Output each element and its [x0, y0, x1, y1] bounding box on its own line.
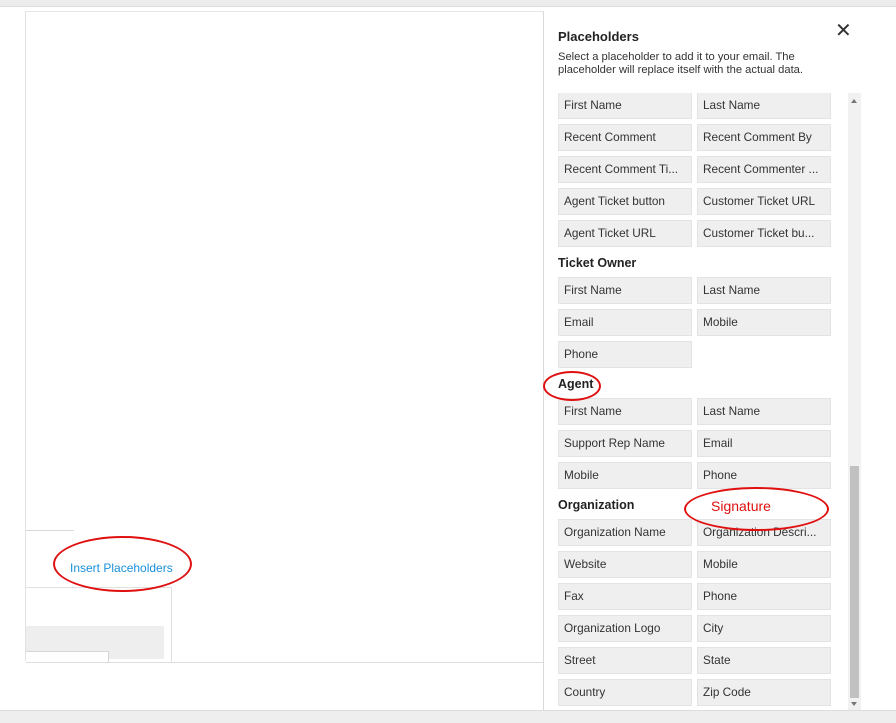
editor-bottom-border	[26, 662, 544, 663]
placeholder-button[interactable]: Mobile	[697, 309, 831, 336]
placeholder-button[interactable]: Phone	[697, 583, 831, 610]
placeholder-button[interactable]: Mobile	[697, 551, 831, 578]
placeholder-button[interactable]: First Name	[558, 277, 692, 304]
section-title: Ticket Owner	[558, 256, 637, 270]
placeholder-button[interactable]: State	[697, 647, 831, 674]
placeholder-button[interactable]: Organization Name	[558, 519, 692, 546]
scrollbar-thumb[interactable]	[850, 466, 859, 698]
placeholder-button[interactable]: Organization Logo	[558, 615, 692, 642]
placeholder-button[interactable]: Mobile	[558, 462, 692, 489]
panel-title: Placeholders	[558, 29, 639, 44]
placeholder-button[interactable]: Website	[558, 551, 692, 578]
section-placeholder-grid: First Name Last Name Email Mobile Phone	[558, 277, 832, 368]
editor-top-border	[26, 11, 544, 12]
placeholder-button[interactable]: Zip Code	[697, 679, 831, 706]
section-placeholder-grid: First Name Last Name Support Rep Name Email…	[558, 398, 832, 489]
placeholder-button[interactable]: Email	[558, 309, 692, 336]
placeholder-button[interactable]: Customer Ticket bu...	[697, 220, 831, 247]
close-icon[interactable]: ✕	[835, 21, 852, 41]
toolbar-fragment	[26, 530, 74, 531]
placeholder-button[interactable]: Fax	[558, 583, 692, 610]
section-placeholder-grid: Organization Name Organization Descri... W…	[558, 519, 832, 706]
placeholder-button[interactable]: Last Name	[697, 398, 831, 425]
editor-left-border	[25, 11, 26, 661]
placeholder-button[interactable]: Email	[697, 430, 831, 457]
annotation-signature-text: Signature	[711, 498, 771, 514]
placeholder-list-content: First Name Last Name Recent Comment Recent …	[544, 93, 848, 706]
placeholder-button[interactable]: First Name	[558, 398, 692, 425]
section-title: Agent	[558, 377, 594, 391]
panel-description: Select a placeholder to add it to your e…	[558, 51, 804, 76]
placeholder-sections: Ticket Owner First Name Last Name Email Mobi…	[544, 255, 848, 706]
placeholder-button[interactable]: Phone	[697, 462, 831, 489]
placeholder-button[interactable]: Phone	[558, 341, 692, 368]
scroll-up-icon[interactable]	[851, 99, 857, 103]
placeholder-button[interactable]: Agent Ticket URL	[558, 220, 692, 247]
placeholder-button[interactable]: First Name	[558, 93, 692, 119]
placeholder-button[interactable]: Recent Comment Ti...	[558, 156, 692, 183]
top-strip	[0, 0, 896, 7]
placeholder-button[interactable]: Recent Commenter ...	[697, 156, 831, 183]
placeholder-button[interactable]: Last Name	[697, 277, 831, 304]
placeholder-button[interactable]: Customer Ticket URL	[697, 188, 831, 215]
placeholder-button[interactable]: Street	[558, 647, 692, 674]
placeholder-button[interactable]: Recent Comment	[558, 124, 692, 151]
placeholder-button[interactable]: City	[697, 615, 831, 642]
annotation-circle-agent-heading	[543, 371, 601, 401]
placeholder-list[interactable]: First Name Last Name Recent Comment Recent …	[544, 93, 848, 710]
placeholder-button[interactable]: Agent Ticket button	[558, 188, 692, 215]
placeholder-button[interactable]: Recent Comment By	[697, 124, 831, 151]
placeholders-panel: Placeholders ✕ Select a placeholder to a…	[543, 11, 864, 710]
scroll-down-icon[interactable]	[851, 702, 857, 706]
placeholder-button[interactable]: Support Rep Name	[558, 430, 692, 457]
panel-scrollbar[interactable]	[848, 93, 861, 710]
annotation-circle-insert-link	[53, 536, 192, 592]
placeholder-button[interactable]: Last Name	[697, 93, 831, 119]
placeholder-button[interactable]: Country	[558, 679, 692, 706]
bottom-strip	[0, 710, 896, 723]
ticket-placeholder-grid: First Name Last Name Recent Comment Recent …	[558, 93, 832, 247]
